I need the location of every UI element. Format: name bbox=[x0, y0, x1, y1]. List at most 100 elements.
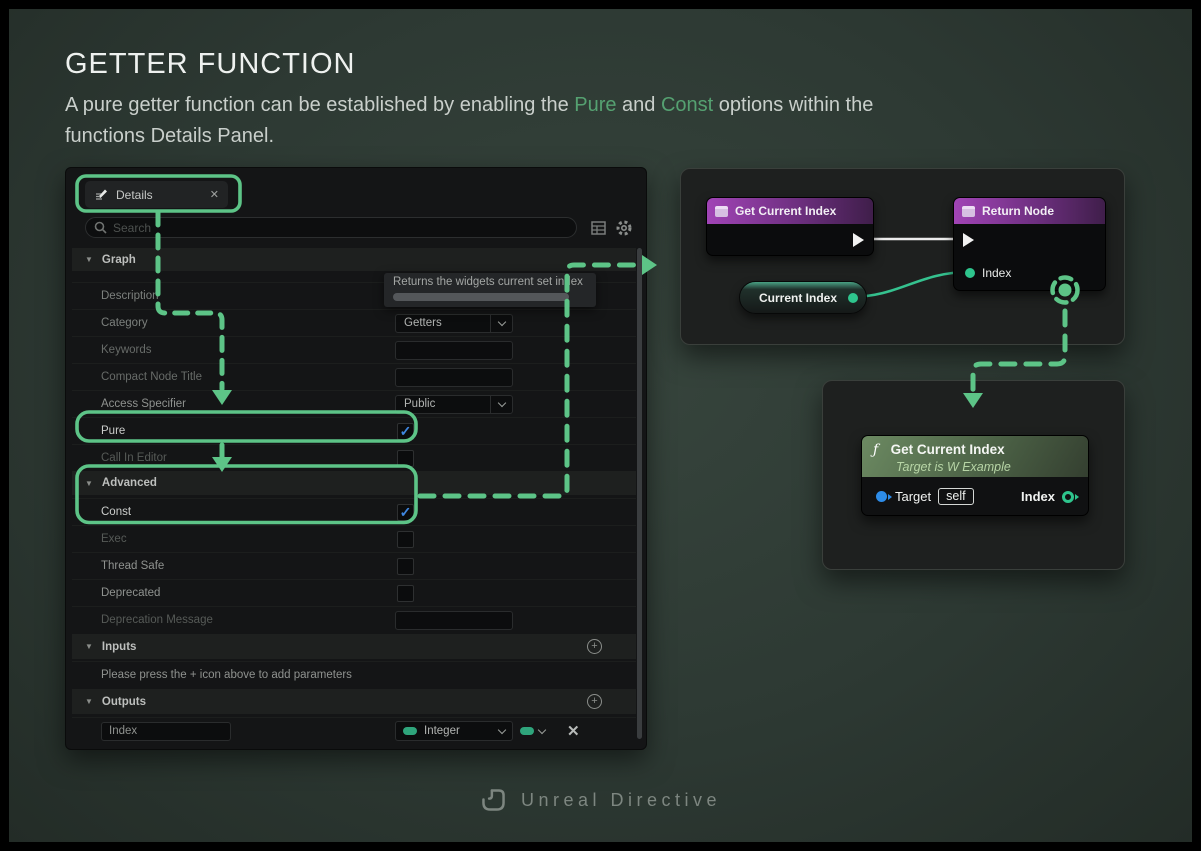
inputs-note-text: Please press the + icon above to add par… bbox=[101, 669, 352, 681]
node-get-current-index[interactable]: Get Current Index bbox=[706, 197, 874, 256]
chevron-down-icon[interactable]: ▼ bbox=[85, 697, 93, 706]
row-call-in-editor: Call In Editor bbox=[72, 444, 636, 471]
description-text-1: A pure getter function can be establishe… bbox=[65, 94, 574, 116]
compact-node-title-label: Compact Node Title bbox=[101, 371, 202, 383]
settings-gear-icon[interactable] bbox=[614, 218, 634, 238]
brand-text: Unreal Directive bbox=[521, 790, 721, 811]
pencil-icon bbox=[94, 187, 109, 202]
description-value-bar bbox=[393, 293, 569, 301]
pure-highlight-text: Pure bbox=[574, 94, 616, 116]
exec-checkbox[interactable] bbox=[397, 531, 414, 548]
chevron-down-icon[interactable]: ▼ bbox=[85, 255, 93, 264]
const-highlight-text: Const bbox=[661, 94, 713, 116]
container-type-selector[interactable] bbox=[520, 727, 545, 735]
keywords-input[interactable] bbox=[395, 341, 513, 360]
row-category: Category Getters bbox=[72, 309, 636, 336]
category-dropdown[interactable]: Getters bbox=[395, 314, 513, 333]
call-in-editor-label: Call In Editor bbox=[101, 452, 167, 464]
row-output-index: Integer ✕ bbox=[72, 717, 636, 744]
chevron-down-icon[interactable]: ▼ bbox=[85, 642, 93, 651]
blueprint-graph-panel-bottom: ƒ Get Current Index Target is W Example … bbox=[822, 380, 1125, 570]
deprecated-label: Deprecated bbox=[101, 587, 160, 599]
deprecated-checkbox[interactable] bbox=[397, 585, 414, 602]
const-label: Const bbox=[101, 506, 131, 518]
graph-section-header[interactable]: ▼ Graph bbox=[72, 248, 636, 271]
function-f-icon: ƒ bbox=[873, 442, 878, 458]
exec-in-pin[interactable] bbox=[963, 233, 974, 247]
search-input[interactable] bbox=[113, 221, 568, 235]
canvas: GETTER FUNCTION A pure getter function c… bbox=[9, 9, 1192, 842]
inputs-section-label: Inputs bbox=[102, 641, 137, 653]
access-specifier-dropdown[interactable]: Public bbox=[395, 395, 513, 414]
variable-out-pin[interactable] bbox=[848, 293, 858, 303]
outputs-section-label: Outputs bbox=[102, 696, 146, 708]
integer-type-pill-icon bbox=[403, 727, 417, 735]
output-type-dropdown[interactable]: Integer bbox=[395, 721, 513, 741]
row-access-specifier: Access Specifier Public bbox=[72, 390, 636, 417]
search-icon bbox=[94, 221, 107, 234]
footer-brand: Unreal Directive bbox=[9, 787, 1192, 813]
chevron-down-icon[interactable]: ▼ bbox=[85, 479, 93, 488]
page-description: A pure getter function can be establishe… bbox=[65, 90, 895, 152]
panel-scrollbar[interactable] bbox=[637, 248, 642, 739]
inputs-section-header[interactable]: ▼ Inputs + bbox=[72, 634, 636, 659]
index-wire bbox=[851, 272, 969, 297]
blueprint-graph-panel-top: Get Current Index Return Node Index Curr… bbox=[680, 168, 1125, 345]
pure-label: Pure bbox=[101, 425, 125, 437]
row-inputs-note: Please press the + icon above to add par… bbox=[72, 661, 636, 688]
pure-checkbox[interactable]: ✓ bbox=[397, 423, 414, 440]
image-frame: GETTER FUNCTION A pure getter function c… bbox=[0, 0, 1201, 851]
row-const: Const ✓ bbox=[72, 498, 636, 525]
details-tab[interactable]: Details ✕ bbox=[85, 181, 228, 208]
compact-node-title-input[interactable] bbox=[395, 368, 513, 387]
node-return[interactable]: Return Node Index bbox=[953, 197, 1106, 291]
details-panel: Details ✕ ▼ Graph D bbox=[65, 167, 647, 750]
details-tab-label: Details bbox=[116, 188, 153, 202]
search-bar[interactable] bbox=[85, 217, 577, 238]
target-label: Target bbox=[895, 489, 931, 504]
description-tooltip: Returns the widgets current set index bbox=[384, 273, 596, 307]
node-title: Get Current Index bbox=[891, 442, 1005, 457]
access-specifier-value: Public bbox=[396, 398, 490, 410]
output-type-value: Integer bbox=[417, 725, 491, 737]
advanced-section-header[interactable]: ▼ Advanced bbox=[72, 471, 636, 495]
chevron-down-icon bbox=[538, 725, 546, 733]
exec-out-pin[interactable] bbox=[853, 233, 864, 247]
page-title: GETTER FUNCTION bbox=[65, 48, 356, 81]
output-name-input[interactable] bbox=[101, 722, 231, 741]
node-get-current-index-pure[interactable]: ƒ Get Current Index Target is W Example … bbox=[861, 435, 1089, 516]
access-specifier-label: Access Specifier bbox=[101, 398, 186, 410]
advanced-section-label: Advanced bbox=[102, 477, 157, 489]
thread-safe-label: Thread Safe bbox=[101, 560, 164, 572]
target-input-pin[interactable] bbox=[876, 491, 887, 502]
category-value: Getters bbox=[396, 317, 490, 329]
close-icon[interactable]: ✕ bbox=[210, 188, 219, 201]
node-title: Get Current Index bbox=[735, 204, 836, 218]
chevron-down-icon bbox=[497, 398, 505, 406]
delete-output-icon[interactable]: ✕ bbox=[567, 722, 580, 740]
thread-safe-checkbox[interactable] bbox=[397, 558, 414, 575]
deprecation-message-input[interactable] bbox=[395, 611, 513, 630]
container-type-pill-icon bbox=[520, 727, 534, 735]
row-deprecated: Deprecated bbox=[72, 579, 636, 606]
variable-node-current-index[interactable]: Current Index bbox=[739, 281, 867, 314]
graph-section-label: Graph bbox=[102, 254, 136, 266]
index-output-pin[interactable] bbox=[1062, 491, 1074, 503]
index-output-label: Index bbox=[1021, 489, 1055, 504]
add-input-button[interactable]: + bbox=[587, 639, 602, 654]
unreal-directive-logo-icon bbox=[480, 787, 507, 813]
node-subtitle: Target is W Example bbox=[896, 460, 1088, 474]
add-output-button[interactable]: + bbox=[587, 694, 602, 709]
call-in-editor-checkbox[interactable] bbox=[397, 450, 414, 467]
outputs-section-header[interactable]: ▼ Outputs + bbox=[72, 689, 636, 714]
exec-label: Exec bbox=[101, 533, 127, 545]
keywords-label: Keywords bbox=[101, 344, 152, 356]
index-input-pin[interactable] bbox=[965, 268, 975, 278]
chevron-down-icon bbox=[497, 317, 505, 325]
target-self-value[interactable]: self bbox=[938, 488, 973, 505]
check-icon: ✓ bbox=[400, 505, 412, 519]
const-checkbox[interactable]: ✓ bbox=[397, 504, 414, 521]
description-text-2: and bbox=[617, 94, 661, 116]
display-filter-icon[interactable] bbox=[588, 218, 608, 238]
check-icon: ✓ bbox=[400, 424, 412, 438]
